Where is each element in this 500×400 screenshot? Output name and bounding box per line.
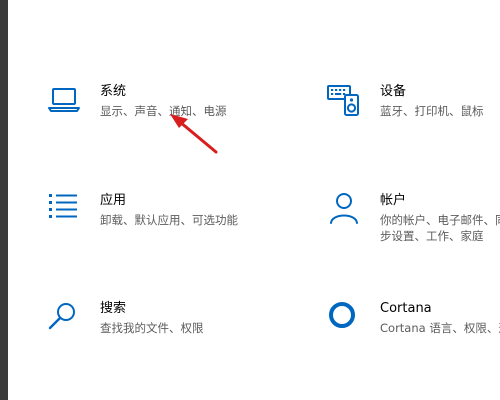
- tile-title: Cortana: [380, 301, 432, 316]
- search-icon: [46, 300, 82, 336]
- tile-description: 蓝牙、打印机、鼠标: [380, 104, 484, 118]
- tile-description: 你的帐户、电子邮件、同步设置、工作、家庭: [380, 213, 500, 243]
- settings-tile-devices[interactable]: 设备 蓝牙、打印机、鼠标: [326, 83, 500, 133]
- settings-tile-apps[interactable]: 应用 卸载、默认应用、可选功能: [46, 192, 246, 242]
- laptop-icon: [46, 83, 82, 119]
- tile-title: 应用: [100, 193, 127, 208]
- keyboard-speaker-icon: [326, 83, 362, 119]
- tile-title: 设备: [380, 84, 407, 99]
- tile-title: 系统: [100, 84, 127, 99]
- settings-tile-search[interactable]: 搜索 查找我的文件、权限: [46, 300, 246, 350]
- tile-description: 查找我的文件、权限: [100, 321, 204, 335]
- tile-description: Cortana 语言、权限、通知: [380, 321, 500, 335]
- window-left-edge: [0, 0, 8, 400]
- apps-list-icon: [46, 192, 82, 228]
- tile-title: 搜索: [100, 301, 127, 316]
- settings-tile-system[interactable]: 系统 显示、声音、通知、电源: [46, 83, 246, 133]
- cortana-ring-icon: [326, 300, 362, 336]
- tile-description: 卸载、默认应用、可选功能: [100, 213, 238, 227]
- settings-tile-cortana[interactable]: Cortana Cortana 语言、权限、通知: [326, 300, 500, 350]
- tile-description: 显示、声音、通知、电源: [100, 104, 227, 118]
- person-icon: [326, 192, 362, 228]
- settings-tile-accounts[interactable]: 帐户 你的帐户、电子邮件、同步设置、工作、家庭: [326, 192, 500, 252]
- tile-title: 帐户: [380, 193, 407, 208]
